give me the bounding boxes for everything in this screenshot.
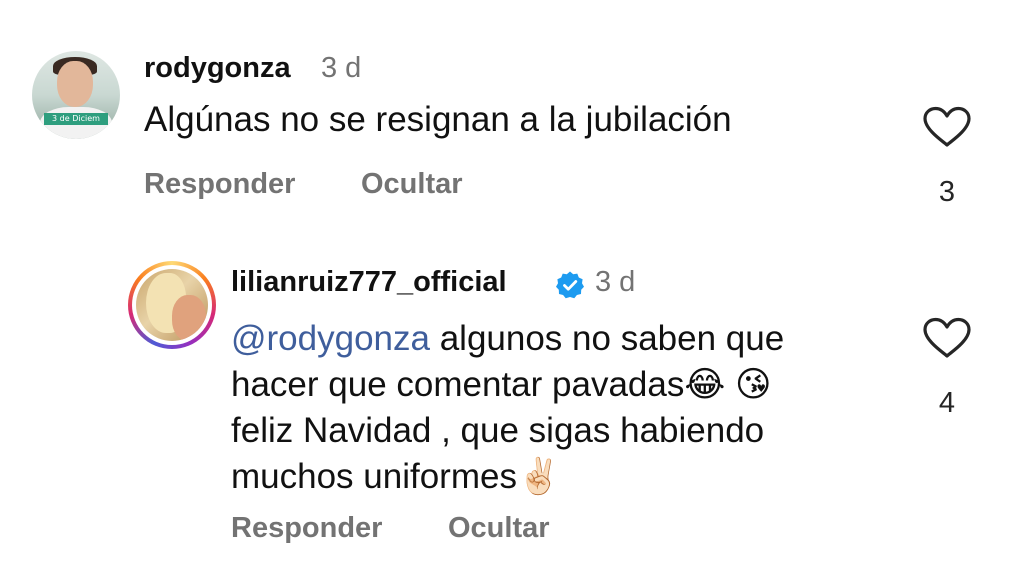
avatar-skin (172, 295, 206, 341)
avatar (136, 269, 208, 341)
laughing-emoji-icon: 😂 (684, 365, 726, 405)
verified-badge-icon-svg (556, 271, 584, 299)
reply-comment: lilianruiz777_official 3 d @rodygonza al… (0, 0, 1024, 581)
comment-text-line3: feliz Navidad , que sigas habiendo (231, 411, 765, 450)
heart-outline-icon-svg (923, 317, 971, 358)
hide-button[interactable]: Ocultar (448, 512, 550, 545)
reply-button[interactable]: Responder (231, 512, 382, 545)
comment-text-line2: hacer que comentar pavadas (231, 365, 685, 404)
story-ring[interactable] (128, 261, 216, 349)
kiss-emoji-icon: 😘 (734, 365, 772, 405)
heart-outline-icon[interactable] (922, 317, 972, 359)
comments-thread: 3 de Diciem rodygonza 3 d Algúnas no se … (0, 0, 1024, 581)
mention-link[interactable]: @rodygonza (231, 319, 430, 358)
verified-badge-icon (555, 270, 585, 300)
comment-username[interactable]: lilianruiz777_official (231, 266, 507, 299)
comment-timestamp: 3 d (595, 266, 636, 298)
comment-text-line1: algunos no saben que (429, 319, 785, 358)
like-count: 4 (938, 387, 956, 419)
avatar-gap (132, 265, 212, 345)
comment-text: @rodygonza algunos no saben que hacer qu… (231, 316, 891, 500)
victory-hand-emoji-icon: ✌🏻 (516, 457, 561, 497)
comment-text-line4: muchos uniformes (231, 457, 517, 496)
